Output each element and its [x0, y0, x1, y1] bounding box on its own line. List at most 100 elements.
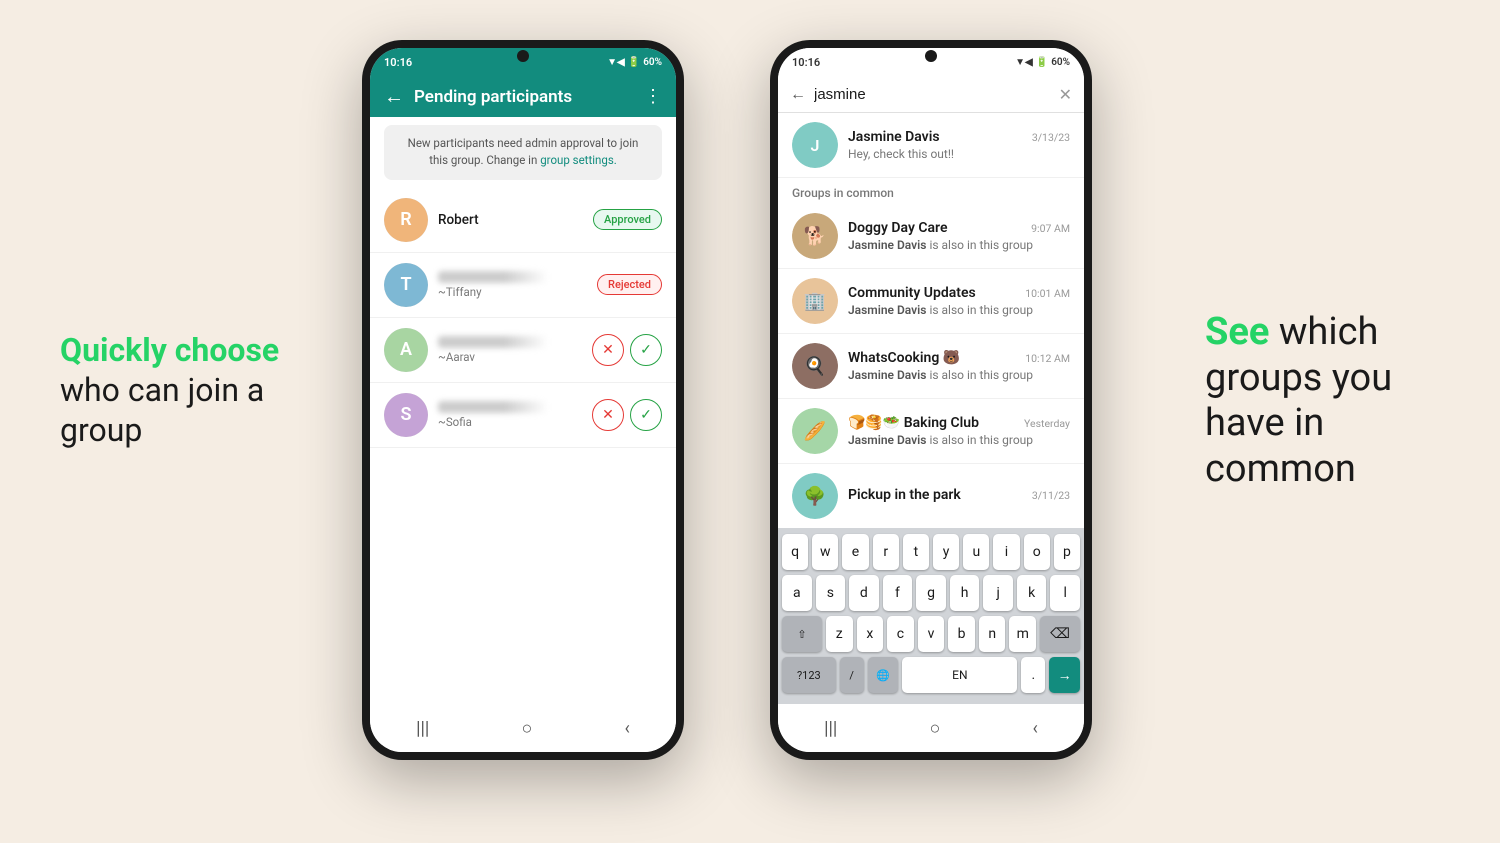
battery-icon: 🔋: [628, 57, 640, 68]
nav-back-icon-2: ‹: [1032, 718, 1037, 739]
chat-content-jasmine: Jasmine Davis 3/13/23 Hey, check this ou…: [848, 129, 1070, 161]
avatar-aarav: A: [384, 328, 428, 372]
left-caption: Quickly choose who can join a group: [60, 330, 280, 450]
kb-send[interactable]: →: [1049, 657, 1080, 693]
kb-numbers[interactable]: ?123: [782, 657, 836, 693]
right-caption: See which groups you have in common: [1205, 310, 1445, 492]
participant-name-sofia: ~Sofia: [438, 401, 582, 429]
kb-v[interactable]: v: [918, 616, 945, 652]
group-preview-text-baking: is also in this group: [926, 433, 1033, 447]
participant-name-aarav: ~Aarav: [438, 336, 582, 364]
alias-tiffany: ~Tiffany: [438, 285, 587, 299]
kb-m[interactable]: m: [1009, 616, 1036, 652]
kb-i[interactable]: i: [993, 534, 1019, 570]
kb-d[interactable]: d: [849, 575, 879, 611]
group-name-cooking: WhatsCooking 🐻: [848, 350, 960, 366]
kb-x[interactable]: x: [857, 616, 884, 652]
reject-button-aarav[interactable]: ✕: [592, 334, 624, 366]
kb-y[interactable]: y: [933, 534, 959, 570]
kb-o[interactable]: o: [1024, 534, 1050, 570]
group-name-park: Pickup in the park: [848, 487, 961, 503]
group-item-cooking[interactable]: 🍳 WhatsCooking 🐻 10:12 AM Jasmine Davis …: [778, 334, 1084, 399]
phone-1: 10:16 ▼◀ 🔋 60% ← Pending participants ⋮ …: [362, 40, 684, 760]
battery-1: 60%: [643, 57, 662, 68]
kb-z[interactable]: z: [826, 616, 853, 652]
group-preview-doggy: Jasmine Davis is also in this group: [848, 238, 1070, 252]
kb-h[interactable]: h: [950, 575, 980, 611]
search-input[interactable]: [814, 86, 1051, 103]
more-icon-1[interactable]: ⋮: [644, 86, 662, 107]
kb-k[interactable]: k: [1017, 575, 1047, 611]
clear-search-icon[interactable]: ✕: [1059, 85, 1072, 104]
search-back-button[interactable]: ←: [790, 84, 806, 104]
avatar-circle-park: 🌳: [792, 473, 838, 519]
avatar-park: 🌳: [792, 473, 838, 519]
group-time-baking: Yesterday: [1024, 417, 1070, 430]
kb-q[interactable]: q: [782, 534, 808, 570]
chat-header-jasmine: Jasmine Davis 3/13/23: [848, 129, 1070, 145]
kb-globe[interactable]: 🌐: [868, 657, 899, 693]
kb-shift[interactable]: ⇧: [782, 616, 822, 652]
alias-sofia: ~Sofia: [438, 415, 582, 429]
action-buttons-aarav: ✕ ✓: [592, 334, 662, 366]
signal-icon: ▼◀: [607, 57, 625, 68]
group-settings-link[interactable]: group settings.: [540, 153, 617, 167]
kb-s[interactable]: s: [816, 575, 846, 611]
battery-2: 60%: [1051, 57, 1070, 68]
name-label-robert: Robert: [438, 212, 583, 228]
avatar-circle-robert: R: [384, 198, 428, 242]
kb-period[interactable]: .: [1021, 657, 1045, 693]
kb-r[interactable]: r: [873, 534, 899, 570]
kb-e[interactable]: e: [842, 534, 868, 570]
kb-n[interactable]: n: [979, 616, 1006, 652]
group-item-community[interactable]: 🏢 Community Updates 10:01 AM Jasmine Dav…: [778, 269, 1084, 334]
kb-row-3: ⇧ z x c v b n m ⌫: [782, 616, 1080, 652]
chat-header-community: Community Updates 10:01 AM: [848, 285, 1070, 301]
time-2: 10:16: [792, 56, 820, 69]
kb-p[interactable]: p: [1054, 534, 1080, 570]
status-icons-2: ▼◀ 🔋 60%: [1015, 57, 1070, 68]
kb-t[interactable]: t: [903, 534, 929, 570]
group-item-baking[interactable]: 🥖 🍞🥞🥗 Baking Club Yesterday Jasmine Davi…: [778, 399, 1084, 464]
kb-row-2: a s d f g h j k l: [782, 575, 1080, 611]
kb-space[interactable]: EN: [902, 657, 1017, 693]
status-icons-1: ▼◀ 🔋 60%: [607, 57, 662, 68]
approve-button-aarav[interactable]: ✓: [630, 334, 662, 366]
contact-time: 3/13/23: [1032, 131, 1070, 144]
chat-content-doggy: Doggy Day Care 9:07 AM Jasmine Davis is …: [848, 220, 1070, 252]
avatar-jasmine: J: [792, 122, 838, 168]
approve-button-sofia[interactable]: ✓: [630, 399, 662, 431]
avatar-circle-jasmine: J: [792, 122, 838, 168]
group-person-doggy: Jasmine Davis: [848, 238, 926, 252]
kb-f[interactable]: f: [883, 575, 913, 611]
kb-b[interactable]: b: [948, 616, 975, 652]
avatar-circle-doggy: 🐕: [792, 213, 838, 259]
group-time-doggy: 9:07 AM: [1031, 222, 1070, 235]
header-bar-1: ← Pending participants ⋮: [370, 76, 676, 117]
avatar-circle-aarav: A: [384, 328, 428, 372]
chat-item-jasmine[interactable]: J Jasmine Davis 3/13/23 Hey, check this …: [778, 113, 1084, 178]
kb-w[interactable]: w: [812, 534, 838, 570]
kb-a[interactable]: a: [782, 575, 812, 611]
kb-j[interactable]: j: [983, 575, 1013, 611]
phone-1-screen: 10:16 ▼◀ 🔋 60% ← Pending participants ⋮ …: [370, 48, 676, 752]
blurred-phone-aarav: [438, 336, 548, 348]
right-highlight: See: [1205, 310, 1269, 354]
kb-backspace[interactable]: ⌫: [1040, 616, 1080, 652]
reject-button-sofia[interactable]: ✕: [592, 399, 624, 431]
kb-g[interactable]: g: [916, 575, 946, 611]
chat-header-cooking: WhatsCooking 🐻 10:12 AM: [848, 350, 1070, 366]
group-time-cooking: 10:12 AM: [1025, 352, 1070, 365]
group-time-community: 10:01 AM: [1025, 287, 1070, 300]
kb-u[interactable]: u: [963, 534, 989, 570]
group-item-park[interactable]: 🌳 Pickup in the park 3/11/23: [778, 464, 1084, 529]
kb-slash[interactable]: /: [840, 657, 864, 693]
kb-row-4: ?123 / 🌐 EN . →: [782, 657, 1080, 693]
group-item-doggy[interactable]: 🐕 Doggy Day Care 9:07 AM Jasmine Davis i…: [778, 204, 1084, 269]
bottom-nav-2: ||| ○ ‹: [778, 704, 1084, 752]
phone-2: 10:16 ▼◀ 🔋 60% ← ✕ J Jasmine Davis 3/13/…: [770, 40, 1092, 760]
camera-notch-2: [925, 50, 937, 62]
kb-c[interactable]: c: [887, 616, 914, 652]
kb-l[interactable]: l: [1050, 575, 1080, 611]
back-button-1[interactable]: ←: [384, 84, 404, 109]
